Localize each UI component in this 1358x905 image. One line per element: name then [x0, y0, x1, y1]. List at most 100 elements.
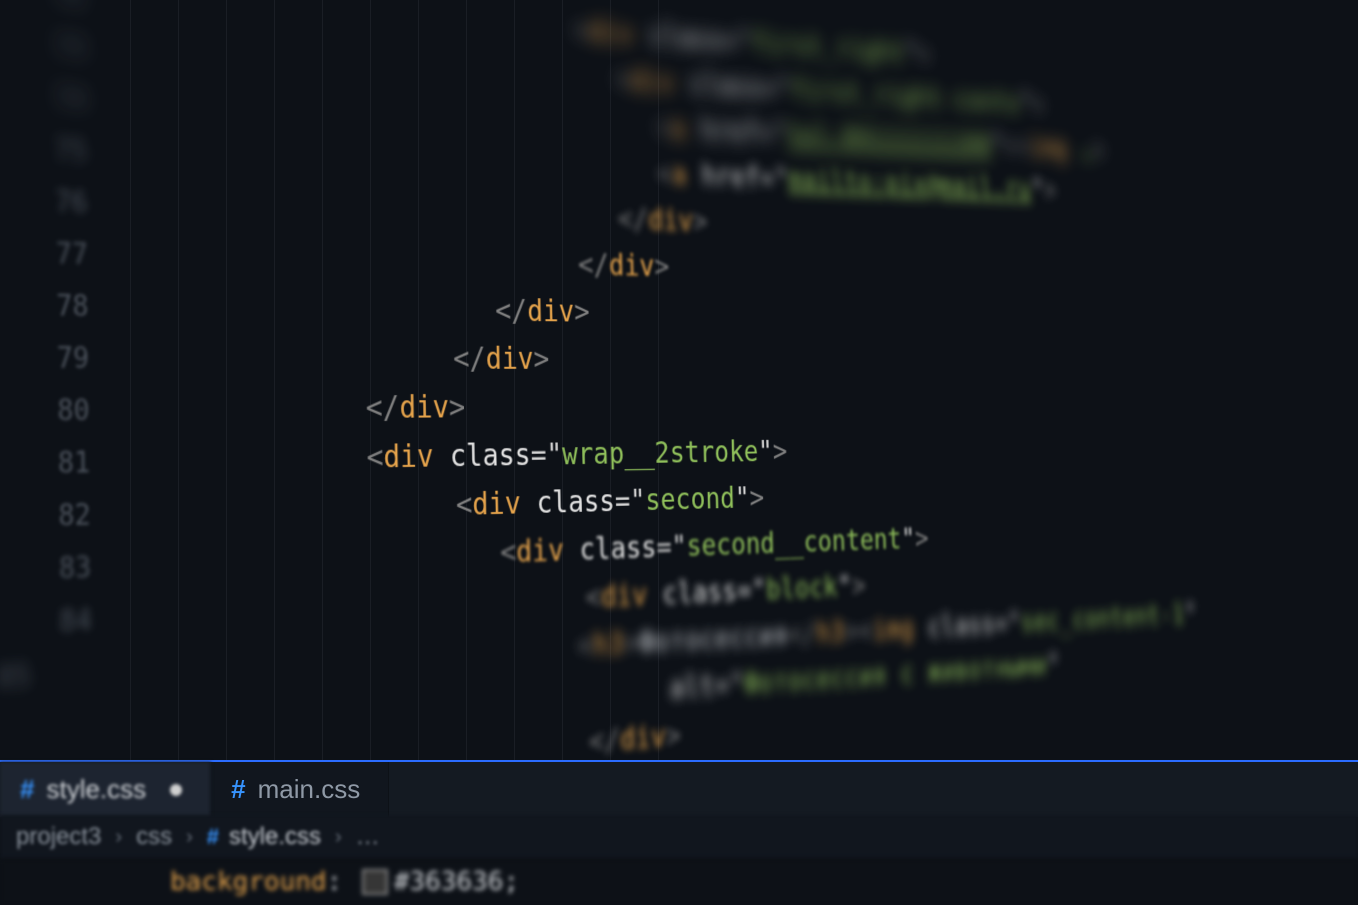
css-property: background — [170, 867, 327, 897]
breadcrumb-segment[interactable]: … — [356, 823, 380, 851]
line-number: 75 — [0, 122, 128, 179]
token: > — [665, 718, 681, 754]
line-number: 81 — [0, 437, 132, 492]
token: >< — [1003, 130, 1030, 163]
token: " — [729, 667, 745, 702]
token: " — [1019, 88, 1033, 120]
token: div — [485, 342, 534, 377]
breadcrumb-segment[interactable]: style.css — [229, 823, 321, 851]
token: </ — [787, 617, 817, 652]
token: = — [994, 608, 1008, 641]
line-number: 74 — [0, 70, 128, 128]
token: > — [574, 295, 590, 330]
token: < — [655, 111, 671, 145]
token: " — [751, 573, 766, 607]
token: h3 — [816, 616, 845, 651]
color-swatch-icon[interactable] — [362, 869, 388, 895]
token: < — [656, 157, 672, 191]
breadcrumb-segment[interactable]: project3 — [16, 823, 101, 851]
line-number: 83 — [0, 541, 133, 598]
token: second — [645, 482, 735, 518]
chevron-right-icon: › — [331, 826, 346, 849]
token: " — [990, 129, 1004, 161]
secondary-editor-peek[interactable]: background: #363636; — [0, 859, 1358, 905]
token: " — [734, 481, 750, 515]
token: </ — [588, 723, 620, 760]
token: div — [588, 14, 634, 51]
token: >< — [844, 614, 873, 649]
token: img — [872, 612, 914, 647]
token: " — [1046, 649, 1060, 682]
token: < — [585, 580, 601, 616]
token: href — [685, 113, 759, 150]
breadcrumb-segment[interactable]: css — [136, 823, 172, 851]
css-value: #363636 — [394, 867, 504, 897]
breadcrumb[interactable]: project3 › css › # style.css › … — [0, 815, 1358, 859]
token: div — [601, 578, 648, 615]
token: href — [686, 159, 760, 195]
token: sec_content-1 — [1020, 599, 1185, 639]
token: div — [527, 294, 575, 329]
chevron-right-icon: › — [111, 826, 126, 849]
token: alt — [669, 669, 715, 706]
token: " — [737, 25, 752, 59]
line-number: 78 — [0, 280, 130, 334]
token: div — [608, 249, 654, 284]
token: second__content — [686, 523, 902, 564]
token: class — [520, 484, 615, 521]
token: > — [449, 390, 466, 426]
token: < — [500, 535, 517, 571]
tab-label: main.css — [258, 774, 361, 805]
token: div — [648, 203, 694, 238]
token: div — [383, 439, 434, 476]
token: div — [629, 64, 675, 100]
token: " — [904, 37, 918, 70]
token: h3 — [593, 627, 625, 664]
token: a — [671, 158, 687, 192]
unsaved-indicator-icon — [170, 784, 182, 796]
chevron-right-icon: › — [182, 826, 197, 849]
token: < — [456, 487, 473, 523]
token: > — [914, 522, 929, 555]
token: first_right-conts — [790, 74, 1020, 120]
token: = — [714, 668, 730, 703]
token: > — [851, 569, 866, 603]
token: " — [901, 523, 916, 556]
token: " — [630, 484, 646, 519]
token: = — [762, 72, 777, 106]
line-number: 79 — [0, 332, 131, 385]
token: " — [758, 435, 773, 469]
code-content[interactable]: </div> — [130, 332, 1151, 384]
token: < — [572, 13, 588, 48]
token: > — [1092, 135, 1105, 166]
tab-main-css[interactable]: # main.css — [211, 762, 389, 817]
token: = — [614, 484, 630, 519]
token: block — [766, 570, 838, 607]
token: " — [837, 570, 852, 604]
token: </ — [495, 294, 528, 329]
token: = — [722, 24, 737, 58]
token: " — [671, 530, 687, 565]
token: div — [619, 719, 666, 757]
token: first_right — [751, 26, 905, 69]
tab-style-css[interactable]: # style.css — [0, 762, 211, 817]
token: " — [773, 163, 788, 196]
token — [1067, 134, 1081, 165]
line-number: 73 — [0, 18, 127, 78]
token: > — [692, 205, 708, 239]
code-line[interactable]: 79</div> — [0, 331, 1151, 384]
token: = — [530, 438, 547, 473]
token: Фотосессия — [639, 619, 788, 661]
token: = — [736, 574, 752, 608]
line-number: 77 — [0, 227, 130, 282]
token: … — [1080, 134, 1094, 165]
code-editor[interactable]: 72<div class="first_right">73<div class=… — [0, 0, 1358, 760]
token: = — [759, 162, 774, 196]
line-number: 84 — [0, 593, 134, 652]
token: > — [533, 342, 550, 377]
editor-tab-bar: # style.css # main.css — [0, 760, 1358, 817]
line-number: 76 — [0, 174, 129, 230]
line-number — [0, 733, 135, 742]
token: " — [1184, 598, 1197, 629]
token: </ — [578, 248, 610, 283]
